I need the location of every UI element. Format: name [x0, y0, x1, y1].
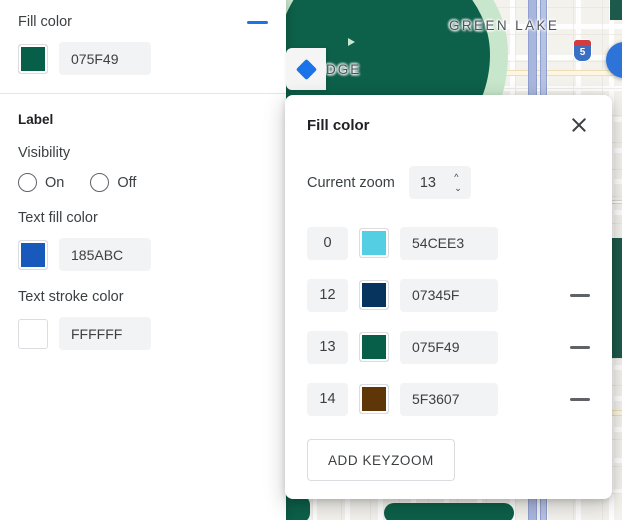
keyzoom-hex-input[interactable]: 075F49 — [400, 330, 498, 364]
map-lake-marker — [348, 38, 355, 46]
keyzoom-color-swatch[interactable] — [359, 280, 389, 310]
close-icon[interactable] — [568, 114, 590, 136]
radio-off-label: Off — [117, 174, 137, 191]
current-zoom-value: 13 — [419, 174, 436, 191]
keyzoom-level-input[interactable]: 14 — [307, 382, 348, 416]
keyzoom-color-swatch[interactable] — [359, 332, 389, 362]
highway-shield-icon: 5 — [574, 40, 591, 61]
map-label-dge: DGE — [326, 62, 362, 77]
radio-visibility-off[interactable]: Off — [90, 173, 136, 192]
diamond-icon — [295, 58, 317, 80]
text-fill-color-row: 185ABC — [0, 226, 286, 271]
keyzoom-remove-icon[interactable] — [570, 397, 590, 401]
keyzoom-hex-input[interactable]: 54CEE3 — [400, 226, 498, 260]
map-green-area — [384, 503, 514, 520]
keyzoom-row: 0 54CEE3 — [285, 217, 612, 269]
fill-color-row: 075F49 — [0, 30, 286, 75]
keyzoom-hex-input[interactable]: 5F3607 — [400, 382, 498, 416]
minus-icon[interactable] — [247, 21, 268, 24]
keyzoom-row: 13 075F49 — [285, 321, 612, 373]
text-fill-color-label: Text fill color — [18, 210, 98, 226]
current-zoom-row: Current zoom 13 ^ ⌄ — [285, 136, 612, 199]
radio-visibility-on[interactable]: On — [18, 173, 64, 192]
text-fill-color-swatch[interactable] — [18, 239, 48, 270]
keyzoom-remove-icon[interactable] — [570, 345, 590, 349]
visibility-radio-group: On Off — [0, 161, 286, 192]
add-keyzoom-button[interactable]: ADD KEYZOOM — [307, 439, 455, 481]
dialog-title: Fill color — [307, 116, 370, 134]
keyzoom-row: 12 07345F — [285, 269, 612, 321]
text-stroke-color-row: FFFFFF — [0, 305, 286, 350]
visibility-label: Visibility — [18, 145, 71, 161]
current-zoom-stepper[interactable]: 13 ^ ⌄ — [408, 166, 471, 199]
text-fill-color-hex-input[interactable]: 185ABC — [59, 238, 151, 271]
app-root: GREEN LAKE DGE 5 Fill color 075F49 Label… — [0, 0, 622, 520]
keyzoom-level-input[interactable]: 12 — [307, 278, 348, 312]
radio-circle-icon — [18, 173, 37, 192]
keyzoom-row: 14 5F3607 — [285, 373, 612, 425]
current-zoom-label: Current zoom — [307, 174, 395, 191]
dialog-header: Fill color — [285, 95, 612, 136]
keyzoom-list: 0 54CEE3 12 07345F 13 075F49 14 5F3607 — [285, 199, 612, 425]
label-section-title: Label — [18, 112, 54, 127]
radio-on-label: On — [45, 174, 65, 191]
chevron-down-icon[interactable]: ⌄ — [454, 183, 462, 193]
fill-color-swatch[interactable] — [18, 43, 48, 74]
fill-color-title: Fill color — [18, 14, 72, 30]
text-stroke-color-swatch[interactable] — [18, 318, 48, 349]
chevron-up-icon[interactable]: ^ — [454, 172, 462, 182]
keyzoom-level-input[interactable]: 0 — [307, 226, 348, 260]
fill-color-section-header: Fill color — [0, 0, 286, 30]
text-stroke-color-label: Text stroke color — [18, 289, 124, 305]
fill-color-dialog: Fill color Current zoom 13 ^ ⌄ 0 54CEE3 12… — [285, 95, 612, 499]
keyzoom-color-swatch[interactable] — [359, 384, 389, 414]
keyzoom-level-input[interactable]: 13 — [307, 330, 348, 364]
style-editor-panel: Fill color 075F49 Label Visibility On Of… — [0, 0, 286, 520]
add-keyzoom-wrap: ADD KEYZOOM — [285, 425, 612, 481]
keyzoom-remove-icon[interactable] — [570, 293, 590, 297]
shield-number: 5 — [579, 47, 586, 58]
radio-circle-icon — [90, 173, 110, 192]
map-label-green-lake: GREEN LAKE — [449, 18, 560, 33]
keyzoom-hex-input[interactable]: 07345F — [400, 278, 498, 312]
keyzoom-toggle-button[interactable] — [286, 48, 326, 90]
keyzoom-color-swatch[interactable] — [359, 228, 389, 258]
stepper-arrows: ^ ⌄ — [454, 172, 462, 193]
fill-color-hex-input[interactable]: 075F49 — [59, 42, 151, 75]
text-stroke-color-hex-input[interactable]: FFFFFF — [59, 317, 151, 350]
map-green-area — [610, 0, 622, 20]
